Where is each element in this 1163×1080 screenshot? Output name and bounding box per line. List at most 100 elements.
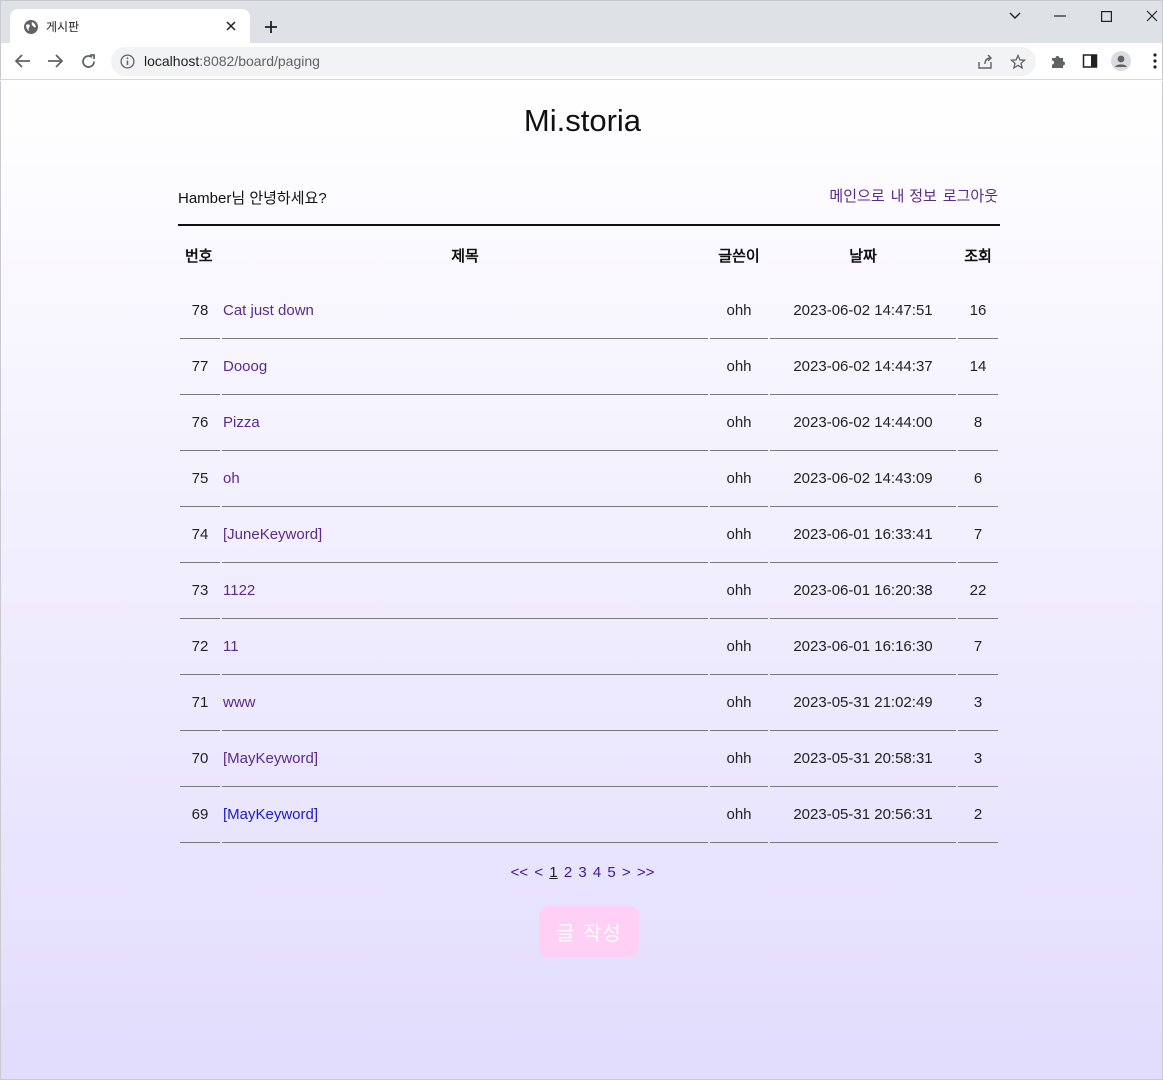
prev-page-link[interactable]: < [534,864,543,881]
page-link-1[interactable]: 1 [549,864,557,881]
page-link-3[interactable]: 3 [578,864,586,881]
post-date: 2023-06-01 16:33:41 [770,507,956,563]
table-row: 76 Pizza ohh 2023-06-02 14:44:00 8 [180,395,998,451]
post-title-link[interactable]: [MayKeyword] [222,787,708,843]
address-bar[interactable]: localhost:8082/board/paging [111,47,1036,76]
post-title-link[interactable]: Pizza [222,395,708,451]
column-header-views: 조회 [964,246,992,265]
close-tab-icon[interactable] [222,17,240,35]
column-header-author: 글쓴이 [718,246,760,265]
back-arrow-icon[interactable] [10,48,36,74]
main-page-link[interactable]: 메인으로 [829,187,884,205]
greeting-text: Hamber님 안녕하세요? [178,190,327,207]
post-date: 2023-05-31 21:02:49 [770,675,956,731]
side-panel-icon[interactable] [1080,51,1100,71]
last-page-link[interactable]: >> [637,864,655,881]
page-content: Mi.storia Hamber님 안녕하세요? 메인으로 내 정보 로그아웃 번호… [0,81,1163,1080]
post-number: 74 [180,507,220,563]
post-author: ohh [710,283,768,339]
post-author: ohh [710,339,768,395]
logout-link[interactable]: 로그아웃 [943,187,998,205]
post-date: 2023-06-02 14:44:37 [770,339,956,395]
post-number: 78 [180,283,220,339]
board-table: 번호 제목 글쓴이 날짜 조회 78 Cat just down ohh 2023-0… [178,227,1000,843]
post-number: 71 [180,675,220,731]
column-header-date: 날짜 [849,246,877,265]
post-number: 72 [180,619,220,675]
page-link-5[interactable]: 5 [607,864,615,881]
write-post-button[interactable]: 글 작성 [539,906,639,957]
post-number: 69 [180,787,220,843]
close-window-icon[interactable] [1137,5,1163,27]
post-date: 2023-06-02 14:44:00 [770,395,956,451]
post-date: 2023-05-31 20:58:31 [770,731,956,787]
url-host: localhost [144,53,200,69]
top-nav-links: 메인으로 내 정보 로그아웃 [823,185,998,206]
minimize-icon[interactable] [1045,5,1075,27]
my-info-link[interactable]: 내 정보 [891,187,937,205]
table-row: 69 [MayKeyword] ohh 2023-05-31 20:56:31 2 [180,787,998,843]
post-views: 16 [958,283,998,339]
extensions-puzzle-icon[interactable] [1048,51,1068,71]
page-link-4[interactable]: 4 [593,864,601,881]
post-title-link[interactable]: 1122 [222,563,708,619]
post-date: 2023-06-02 14:47:51 [770,283,956,339]
column-header-title: 제목 [451,246,479,265]
post-views: 8 [958,395,998,451]
post-date: 2023-06-01 16:16:30 [770,619,956,675]
profile-avatar-icon[interactable] [1111,51,1131,71]
post-author: ohh [710,619,768,675]
table-row: 73 1122 ohh 2023-06-01 16:20:38 22 [180,563,998,619]
post-views: 6 [958,451,998,507]
post-number: 73 [180,563,220,619]
post-views: 2 [958,787,998,843]
post-title-link[interactable]: [JuneKeyword] [222,507,708,563]
post-author: ohh [710,563,768,619]
reload-icon[interactable] [75,48,101,74]
table-row: 75 oh ohh 2023-06-02 14:43:09 6 [180,451,998,507]
post-date: 2023-06-01 16:20:38 [770,563,956,619]
post-author: ohh [710,451,768,507]
post-author: ohh [710,507,768,563]
tab-bar: 게시판 [0,0,1163,45]
table-row: 74 [JuneKeyword] ohh 2023-06-01 16:33:41 7 [180,507,998,563]
info-icon[interactable] [120,54,135,69]
menu-kebab-icon[interactable] [1145,51,1163,71]
new-tab-icon[interactable] [259,15,283,39]
post-title-link[interactable]: oh [222,451,708,507]
browser-toolbar: localhost:8082/board/paging [0,43,1163,80]
next-page-link[interactable]: > [622,864,631,881]
post-views: 22 [958,563,998,619]
post-title-link[interactable]: 11 [222,619,708,675]
url-text: localhost:8082/board/paging [144,53,320,69]
table-row: 70 [MayKeyword] ohh 2023-05-31 20:58:31 3 [180,731,998,787]
chevron-down-icon[interactable] [1000,5,1030,27]
post-number: 77 [180,339,220,395]
table-row: 71 www ohh 2023-05-31 21:02:49 3 [180,675,998,731]
post-title-link[interactable]: [MayKeyword] [222,731,708,787]
globe-icon [24,20,38,34]
post-number: 75 [180,451,220,507]
pagination: << < 1 2 3 4 5 > >> [1,864,1163,881]
table-row: 77 Dooog ohh 2023-06-02 14:44:37 14 [180,339,998,395]
post-title-link[interactable]: Dooog [222,339,708,395]
post-title-link[interactable]: www [222,675,708,731]
post-title-link[interactable]: Cat just down [222,283,708,339]
first-page-link[interactable]: << [511,864,529,881]
post-number: 76 [180,395,220,451]
forward-arrow-icon[interactable] [42,48,68,74]
bookmark-star-icon[interactable] [1008,52,1028,72]
site-title: Mi.storia [523,103,642,138]
share-icon[interactable] [975,52,995,72]
page-link-2[interactable]: 2 [564,864,572,881]
post-author: ohh [710,395,768,451]
post-views: 7 [958,619,998,675]
maximize-icon[interactable] [1091,5,1121,27]
tab-title: 게시판 [46,20,80,34]
column-header-number: 번호 [185,246,213,265]
post-date: 2023-05-31 20:56:31 [770,787,956,843]
browser-tab[interactable]: 게시판 [10,9,250,45]
post-author: ohh [710,787,768,843]
post-number: 70 [180,731,220,787]
post-views: 3 [958,731,998,787]
